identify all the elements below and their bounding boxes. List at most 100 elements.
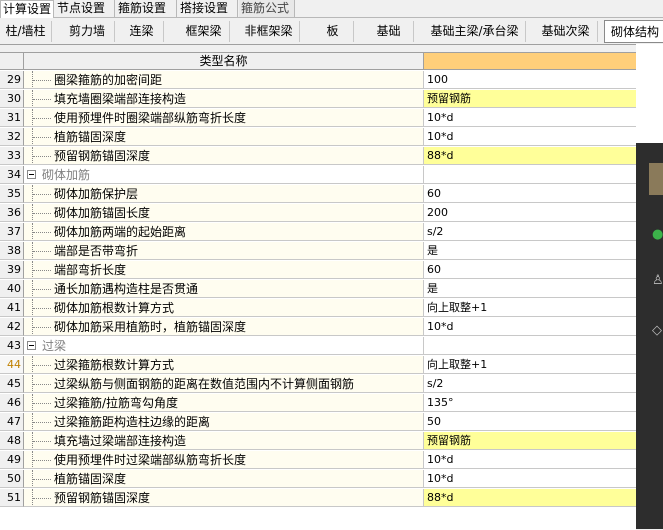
value-cell[interactable]: 50	[424, 413, 636, 431]
row-number: 31	[0, 109, 24, 127]
value-cell[interactable]: 88*d	[424, 489, 636, 507]
tab-shear-wall[interactable]: 剪力墙	[60, 21, 115, 42]
value-cell[interactable]: 向上取整+1	[424, 356, 636, 374]
avatar[interactable]	[649, 163, 663, 195]
tab-slab[interactable]: 板	[312, 21, 354, 42]
row-number: 48	[0, 432, 24, 450]
type-name-label: 预留钢筋锚固深度	[54, 491, 151, 505]
row-number: 40	[0, 280, 24, 298]
value-cell[interactable]: 60	[424, 261, 636, 279]
table-row[interactable]: 31 使用预埋件时圈梁端部纵筋弯折长度 10*d	[0, 109, 636, 127]
value-cell[interactable]: 是	[424, 242, 636, 260]
tab-masonry-structure[interactable]: 砌体结构	[604, 20, 663, 43]
tab-node-settings[interactable]: 节点设置	[55, 0, 115, 17]
value-cell[interactable]: 是	[424, 280, 636, 298]
collapse-icon[interactable]	[27, 170, 36, 179]
value-cell[interactable]	[424, 337, 636, 355]
value-cell[interactable]: 60	[424, 185, 636, 203]
row-number: 33	[0, 147, 24, 165]
value-cell[interactable]: 10*d	[424, 470, 636, 488]
value-cell[interactable]: 100	[424, 71, 636, 89]
table-row[interactable]: 44 过梁箍筋根数计算方式 向上取整+1	[0, 356, 636, 374]
table-row[interactable]: 35 砌体加筋保护层 60	[0, 185, 636, 203]
tab-foundation[interactable]: 基础	[364, 21, 414, 42]
value-cell[interactable]: 10*d	[424, 318, 636, 336]
value-cell[interactable]: s/2	[424, 375, 636, 393]
collapse-icon[interactable]	[27, 341, 36, 350]
type-name-label: 过梁箍筋根数计算方式	[54, 358, 175, 372]
row-number: 45	[0, 375, 24, 393]
tree-connector	[33, 422, 51, 424]
table-row[interactable]: 47 过梁箍筋距构造柱边缘的距离 50	[0, 413, 636, 431]
tab-lap-settings[interactable]: 搭接设置	[178, 0, 238, 17]
table-row[interactable]: 46 过梁箍筋/拉筋弯勾角度 135°	[0, 394, 636, 412]
tab-coupling-beam[interactable]: 连梁	[120, 21, 164, 42]
value-cell[interactable]: 预留钢筋	[424, 432, 636, 450]
header-type-name: 类型名称	[24, 53, 424, 70]
table-row[interactable]: 29 圈梁箍筋的加密间距 100	[0, 71, 636, 89]
value-cell[interactable]: 200	[424, 204, 636, 222]
table-row[interactable]: 30 填充墙圈梁端部连接构造 预留钢筋	[0, 90, 636, 108]
table-row[interactable]: 50 植筋锚固深度 10*d	[0, 470, 636, 488]
type-name-label: 填充墙过梁端部连接构造	[54, 434, 187, 448]
type-name-label: 植筋锚固深度	[54, 130, 127, 144]
value-cell[interactable]	[424, 166, 636, 184]
chat-icon[interactable]: ●	[652, 227, 663, 242]
value-cell[interactable]: 88*d	[424, 147, 636, 165]
tree-connector	[33, 251, 51, 253]
table-row[interactable]: 36 砌体加筋锚固长度 200	[0, 204, 636, 222]
tree-connector	[33, 80, 51, 82]
group-label: 过梁	[42, 339, 67, 353]
table-row[interactable]: 51 预留钢筋锚固深度 88*d	[0, 489, 636, 507]
table-row[interactable]: 39 端部弯折长度 60	[0, 261, 636, 279]
table-row[interactable]: 40 通长加筋遇构造柱是否贯通 是	[0, 280, 636, 298]
table-row[interactable]: 45 过梁纵筋与侧面钢筋的距离在数值范围内不计算侧面钢筋 s/2	[0, 375, 636, 393]
tab-calc-settings[interactable]: 计算设置	[0, 0, 54, 18]
value-cell[interactable]: 10*d	[424, 109, 636, 127]
row-number: 41	[0, 299, 24, 317]
tab-stirrup-settings[interactable]: 箍筋设置	[116, 0, 177, 17]
value-cell[interactable]: 向上取整+1	[424, 299, 636, 317]
row-number: 46	[0, 394, 24, 412]
tab-foundation-main-beam[interactable]: 基础主梁/承台梁	[424, 21, 526, 42]
table-row[interactable]: 37 砌体加筋两端的起始距离 s/2	[0, 223, 636, 241]
type-name-cell: 使用预埋件时圈梁端部纵筋弯折长度	[24, 109, 424, 127]
tree-connector	[33, 118, 51, 120]
value-cell[interactable]: 10*d	[424, 451, 636, 469]
table-row[interactable]: 48 填充墙过梁端部连接构造 预留钢筋	[0, 432, 636, 450]
table-row[interactable]: 32 植筋锚固深度 10*d	[0, 128, 636, 146]
table-row[interactable]: 41 砌体加筋根数计算方式 向上取整+1	[0, 299, 636, 317]
tab-non-frame-beam[interactable]: 非框架梁	[238, 21, 300, 42]
tab-foundation-secondary-beam[interactable]: 基础次梁	[534, 21, 598, 42]
cube-icon[interactable]: ◇	[652, 323, 662, 338]
user-icon[interactable]: ♙	[652, 273, 663, 288]
type-name-cell: 预留钢筋锚固深度	[24, 147, 424, 165]
group-row[interactable]: 43 过梁	[0, 337, 636, 355]
type-name-cell: 通长加筋遇构造柱是否贯通	[24, 280, 424, 298]
tree-connector	[33, 289, 51, 291]
table-row[interactable]: 33 预留钢筋锚固深度 88*d	[0, 147, 636, 165]
type-name-label: 砌体加筋根数计算方式	[54, 301, 175, 315]
type-name-label: 过梁纵筋与侧面钢筋的距离在数值范围内不计算侧面钢筋	[54, 377, 355, 391]
value-cell[interactable]: 10*d	[424, 128, 636, 146]
tab-column-wall-column[interactable]: 柱/墙柱	[0, 21, 52, 42]
table-row[interactable]: 42 砌体加筋采用植筋时，植筋锚固深度 10*d	[0, 318, 636, 336]
tree-connector	[33, 308, 51, 310]
tab-stirrup-formula[interactable]: 箍筋公式	[239, 0, 295, 17]
row-number: 47	[0, 413, 24, 431]
value-cell[interactable]: 135°	[424, 394, 636, 412]
value-cell[interactable]: s/2	[424, 223, 636, 241]
table-row[interactable]: 49 使用预埋件时过梁端部纵筋弯折长度 10*d	[0, 451, 636, 469]
row-number: 30	[0, 90, 24, 108]
type-name-label: 通长加筋遇构造柱是否贯通	[54, 282, 199, 296]
row-number: 50	[0, 470, 24, 488]
value-cell[interactable]: 预留钢筋	[424, 90, 636, 108]
row-number: 32	[0, 128, 24, 146]
grid-header: 类型名称	[0, 53, 636, 70]
tree-connector	[33, 403, 51, 405]
type-name-cell: 填充墙圈梁端部连接构造	[24, 90, 424, 108]
type-name-cell: 砌体加筋根数计算方式	[24, 299, 424, 317]
group-row[interactable]: 34 砌体加筋	[0, 166, 636, 184]
table-row[interactable]: 38 端部是否带弯折 是	[0, 242, 636, 260]
tab-frame-beam[interactable]: 框架梁	[178, 21, 230, 42]
